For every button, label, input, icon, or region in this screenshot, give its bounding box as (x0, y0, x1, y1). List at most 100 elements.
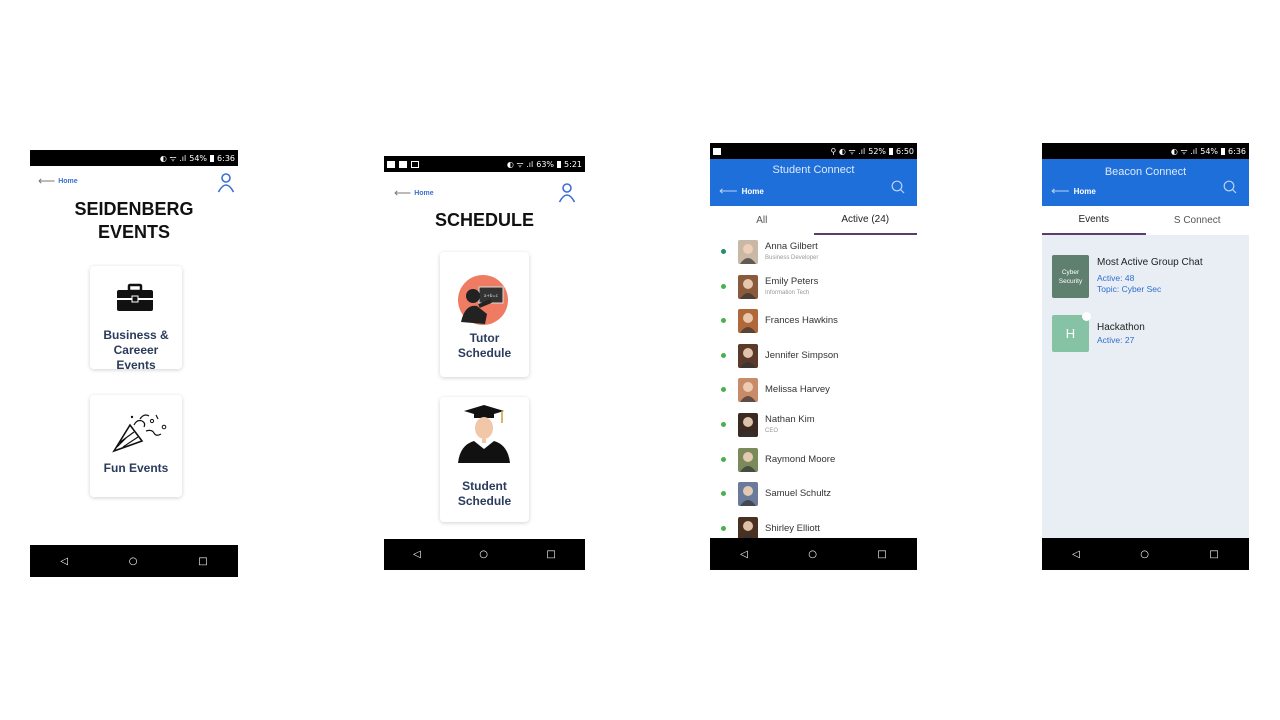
back-arrow-icon: ⟵ (719, 183, 738, 198)
tab-all[interactable]: All (710, 206, 814, 235)
business-career-events-card[interactable]: Business & Careeer Events (90, 266, 182, 372)
status-bar: ◐ ᯤ .ıl 63% 5:21 (384, 156, 585, 172)
nav-back-icon[interactable]: ◁ (60, 556, 68, 567)
back-arrow-icon: ⟵ (38, 174, 56, 188)
back-label: Home (58, 177, 78, 185)
person-name: Raymond Moore (765, 453, 836, 465)
tab-active[interactable]: Active (24) (813, 206, 917, 235)
back-label: Home (414, 189, 434, 197)
tab-events[interactable]: Events (1042, 206, 1146, 235)
list-item[interactable]: Nathan Kim CEO (710, 408, 917, 442)
back-button[interactable]: ⟵ Home (719, 183, 764, 199)
back-label: Home (741, 186, 764, 196)
person-name: Samuel Schultz (765, 488, 832, 500)
tutor-schedule-card[interactable]: a+b=c Tutor Schedule (440, 252, 529, 377)
online-status-dot (721, 249, 726, 254)
event-active-count: Active: 48 (1097, 273, 1135, 283)
list-item[interactable]: Emily Peters Information Tech (710, 270, 917, 304)
thumb-text: Cyber (1061, 268, 1080, 276)
nav-back-icon[interactable]: ◁ (1072, 549, 1080, 560)
clock: 6:50 (896, 146, 914, 156)
nav-recents-icon[interactable]: □ (877, 549, 886, 560)
header-title: Beacon Connect (1104, 166, 1187, 178)
list-item[interactable]: Jennifer Simpson (710, 339, 917, 373)
clock: 6:36 (217, 153, 235, 163)
android-nav-bar: ◁ ○ □ (1042, 538, 1249, 570)
event-thumbnail: Cyber Security (1052, 255, 1089, 298)
event-item[interactable]: H Hackathon Active: 27 (1042, 312, 1249, 357)
nav-back-icon[interactable]: ◁ (740, 549, 748, 560)
page-title: SEIDENBERG EVENTS (30, 198, 238, 244)
back-arrow-icon: ⟵ (1051, 183, 1070, 198)
label-line: Student (462, 479, 507, 493)
graduate-icon (458, 405, 510, 463)
label-line: Schedule (457, 494, 512, 508)
tab-s-connect[interactable]: S Connect (1146, 206, 1250, 235)
person-name: Nathan Kim (765, 414, 815, 425)
label-line: Tutor (469, 331, 500, 345)
event-item[interactable]: Cyber Security Most Active Group Chat Ac… (1042, 235, 1249, 315)
event-title: Hackathon (1097, 322, 1145, 333)
nav-home-icon[interactable]: ○ (808, 549, 817, 560)
nav-home-icon[interactable]: ○ (129, 556, 138, 567)
page-title: SCHEDULE (434, 210, 534, 230)
back-label: Home (1073, 186, 1096, 196)
events-list: Cyber Security Most Active Group Chat Ac… (1042, 235, 1249, 538)
signal-icon: ◐ ᯤ .ıl (159, 153, 187, 163)
list-item[interactable]: Raymond Moore (710, 443, 917, 477)
online-status-dot (721, 491, 726, 497)
label-line: Business & (103, 328, 169, 342)
fun-events-card[interactable]: Fun Events (90, 395, 182, 497)
nav-recents-icon[interactable]: □ (1209, 549, 1218, 560)
back-button[interactable]: ⟵ Home (1051, 183, 1096, 199)
nav-home-icon[interactable]: ○ (479, 549, 488, 560)
profile-icon[interactable] (558, 183, 576, 203)
person-name: Jennifer Simpson (765, 349, 839, 361)
svg-text:a+b=c: a+b=c (484, 293, 498, 298)
android-nav-bar: ◁ ○ □ (710, 538, 917, 570)
avatar (738, 378, 758, 403)
online-status-dot (721, 422, 726, 427)
notification-icons (713, 147, 721, 155)
online-indicator (1082, 312, 1091, 321)
person-role: CEO (765, 428, 779, 434)
tab-bar: Events S Connect (1042, 206, 1249, 235)
list-item[interactable]: Melissa Harvey (710, 373, 917, 407)
seidenberg-events-screen: ◐ ᯤ .ıl 54% 6:36 ⟵ Home SEIDENBERG EVENT… (30, 150, 238, 577)
list-item[interactable]: Anna Gilbert Business Developer (710, 235, 917, 269)
avatar (738, 343, 758, 368)
battery-icon (1221, 147, 1226, 155)
back-arrow-icon: ⟵ (394, 186, 412, 200)
nav-home-icon[interactable]: ○ (1140, 549, 1149, 560)
profile-icon[interactable] (217, 173, 235, 193)
briefcase-icon (117, 283, 153, 311)
beacon-connect-screen: ◐ ᯤ .ıl 54% 6:36 Beacon Connect ⟵ Home E… (1042, 143, 1249, 570)
avatar (738, 309, 758, 334)
battery-icon (210, 154, 215, 162)
online-status-dot (721, 318, 726, 324)
list-item[interactable]: Samuel Schultz (710, 477, 917, 511)
battery-level: 54% (1200, 146, 1219, 156)
event-thumbnail: H (1052, 315, 1089, 352)
nav-recents-icon[interactable]: □ (198, 556, 207, 567)
clock: 6:36 (1228, 146, 1246, 156)
person-name: Anna Gilbert (765, 241, 818, 252)
status-bar: ⚲ ◐ ᯤ .ıl 52% 6:50 (710, 143, 917, 159)
person-name: Frances Hawkins (765, 315, 838, 327)
search-icon[interactable] (891, 180, 905, 194)
search-icon[interactable] (1223, 180, 1237, 194)
nav-recents-icon[interactable]: □ (546, 549, 555, 560)
list-item[interactable]: Shirley Elliott (710, 512, 917, 538)
student-schedule-card[interactable]: Student Schedule (440, 397, 529, 522)
title-line-2: EVENTS (97, 222, 171, 242)
label-line: Careeer (113, 343, 159, 357)
event-active-count: Active: 27 (1097, 335, 1135, 345)
party-popper-icon (112, 414, 167, 453)
list-item[interactable]: Frances Hawkins (710, 304, 917, 338)
person-role: Information Tech (765, 289, 810, 296)
nav-back-icon[interactable]: ◁ (413, 549, 421, 560)
thumb-text: H (1065, 326, 1076, 341)
back-button[interactable]: ⟵ Home (394, 186, 434, 200)
battery-level: 63% (536, 159, 555, 169)
back-button[interactable]: ⟵ Home (38, 174, 78, 188)
